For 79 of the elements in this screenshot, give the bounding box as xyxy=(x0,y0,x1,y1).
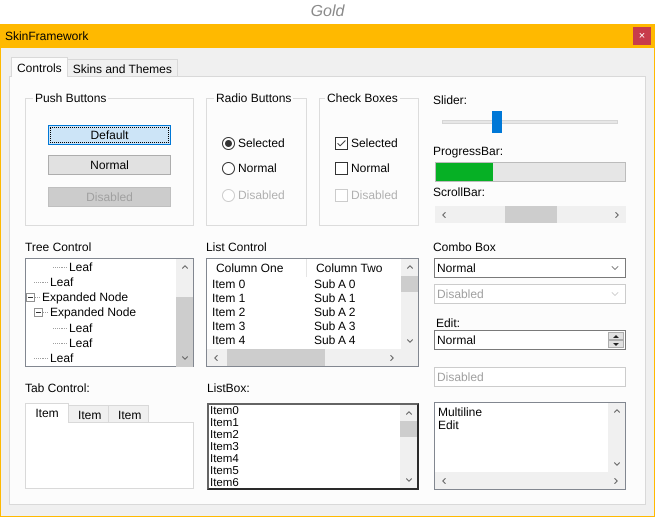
tree-item[interactable]: Leaf xyxy=(67,260,94,276)
list-item[interactable]: Item0 xyxy=(210,405,400,417)
checkbox-label: Normal xyxy=(351,160,390,177)
checkbox-label: Selected xyxy=(351,135,398,152)
theme-caption: Gold xyxy=(310,2,344,22)
section-label: List Control xyxy=(206,240,268,254)
down-triangle-icon xyxy=(613,342,619,346)
list-item[interactable]: Item3 xyxy=(210,441,400,453)
group-title: Radio Buttons xyxy=(215,90,292,107)
vertical-scrollbar[interactable] xyxy=(401,259,418,349)
tab[interactable]: Skins and Themes xyxy=(66,59,178,76)
spin-up-button[interactable] xyxy=(608,332,624,340)
scrollbar-thumb[interactable] xyxy=(227,349,325,366)
slider-thumb[interactable] xyxy=(492,111,502,133)
tree-item[interactable]: Leaf xyxy=(48,350,76,366)
vertical-scrollbar[interactable] xyxy=(608,403,625,472)
tab[interactable]: Item xyxy=(25,403,69,423)
tab[interactable]: Item xyxy=(108,405,149,422)
radio-label: Selected xyxy=(238,135,285,152)
section-label: Edit: xyxy=(436,316,462,330)
horizontal-scrollbar[interactable] xyxy=(207,349,401,366)
tree-item[interactable]: Leaf xyxy=(67,336,94,351)
section-label: Tab Control: xyxy=(25,381,91,395)
column-header[interactable]: Column One xyxy=(207,259,307,277)
radio-label: Disabled xyxy=(238,187,285,204)
scrollbar-thumb[interactable] xyxy=(176,297,193,367)
radio-label: Normal xyxy=(238,160,277,177)
checkbox[interactable] xyxy=(335,162,348,174)
tree-item[interactable]: Leaf xyxy=(48,275,76,290)
list-cell-text: Sub A 3 xyxy=(313,319,356,333)
list-cell-text: Item 4 xyxy=(211,333,246,347)
checkbox[interactable] xyxy=(335,136,348,150)
list-cell-text: Item 2 xyxy=(211,305,246,319)
scrollbar-thumb[interactable] xyxy=(505,206,557,223)
list-cell-text: Sub A 1 xyxy=(313,291,356,305)
list-item[interactable]: Item6 xyxy=(210,477,400,488)
section-label: ListBox: xyxy=(207,381,251,395)
tree-item[interactable]: Leaf xyxy=(67,320,94,336)
section-label: ProgressBar: xyxy=(433,144,504,158)
column-header[interactable]: Column Two xyxy=(307,259,401,277)
list-item[interactable]: Item1 xyxy=(210,417,400,429)
list-item[interactable]: Item5 xyxy=(210,465,400,477)
window-title: SkinFramework xyxy=(5,28,88,45)
list-item[interactable]: Item4 xyxy=(210,453,400,465)
section-label: Tree Control xyxy=(25,240,92,254)
close-button[interactable]: × xyxy=(633,27,651,45)
list-item[interactable]: Item2 xyxy=(210,429,400,441)
push-button[interactable]: Default xyxy=(48,125,171,145)
list-cell-text: Sub A 0 xyxy=(313,277,356,291)
radio-button[interactable] xyxy=(222,136,235,150)
list-cell-text: Item 1 xyxy=(211,291,246,305)
collapse-icon[interactable] xyxy=(26,293,35,302)
horizontal-scrollbar[interactable] xyxy=(435,206,626,223)
list-cell-text: Item 3 xyxy=(211,319,246,333)
spin-edit-field[interactable]: Normal xyxy=(434,330,626,350)
spin-down-button[interactable] xyxy=(608,340,624,348)
vertical-scrollbar[interactable] xyxy=(176,259,193,366)
vertical-scrollbar[interactable] xyxy=(400,405,417,488)
scrollbar-thumb[interactable] xyxy=(401,276,418,292)
collapse-icon[interactable] xyxy=(34,308,43,318)
radio-button[interactable] xyxy=(222,162,235,174)
scrollbar-thumb[interactable] xyxy=(400,421,417,437)
combo-box[interactable]: Normal xyxy=(434,258,626,278)
tab[interactable]: Controls xyxy=(11,57,68,77)
horizontal-scrollbar[interactable] xyxy=(435,472,625,489)
section-label: Slider: xyxy=(433,93,468,107)
list-cell-text: Sub A 2 xyxy=(313,305,356,319)
list-cell-text: Sub A 4 xyxy=(313,333,356,347)
section-label: ScrollBar: xyxy=(433,185,486,199)
group-title: Check Boxes xyxy=(326,90,399,107)
group-title: Push Buttons xyxy=(34,90,108,107)
checkbox-label: Disabled xyxy=(351,187,398,204)
tree-item[interactable]: Expanded Node xyxy=(48,305,138,320)
list-cell-text: Item 0 xyxy=(211,277,246,291)
push-button[interactable]: Normal xyxy=(48,155,171,175)
tree-item[interactable]: Expanded Node xyxy=(40,290,130,306)
tab[interactable]: Item xyxy=(68,405,109,422)
up-triangle-icon xyxy=(613,334,619,338)
section-label: Combo Box xyxy=(433,240,497,254)
